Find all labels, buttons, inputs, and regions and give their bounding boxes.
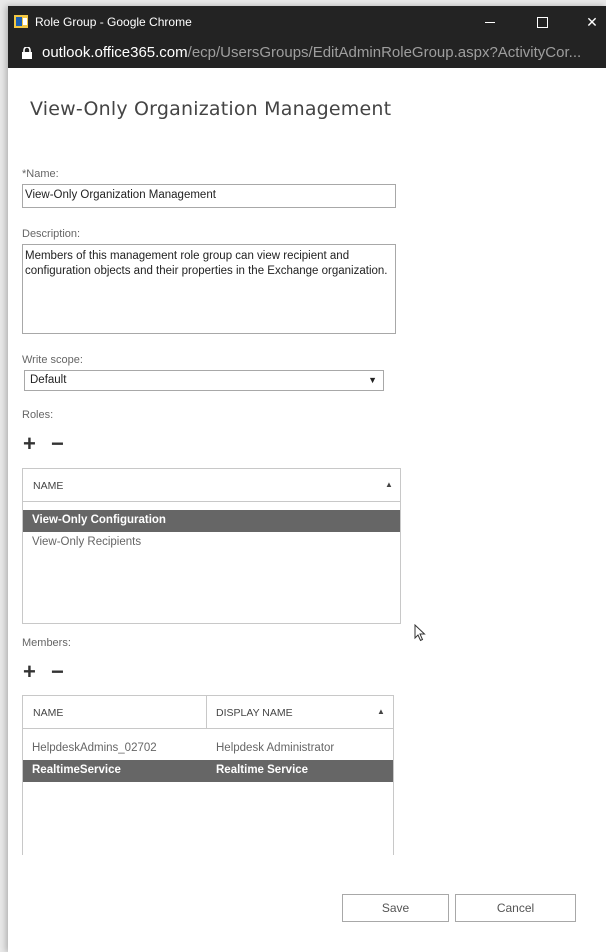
mouse-cursor-icon	[414, 624, 426, 642]
role-name-cell: View-Only Recipients	[32, 536, 142, 548]
add-role-icon[interactable]: +	[23, 433, 36, 455]
members-name-column-header[interactable]: NAME	[33, 707, 63, 719]
member-name-cell: RealtimeService	[32, 764, 121, 776]
cancel-button[interactable]: Cancel	[455, 894, 576, 922]
url-host: outlook.office365.com	[42, 44, 188, 61]
column-divider	[206, 696, 207, 729]
outlook-app-icon	[14, 15, 28, 28]
roles-grid-header[interactable]: NAME ▲	[23, 469, 400, 502]
member-display-name-cell: Helpdesk Administrator	[216, 742, 335, 754]
roles-grid: NAME ▲ View-Only Configuration View-Only…	[22, 468, 401, 624]
sort-ascending-icon[interactable]: ▲	[385, 480, 393, 489]
description-label: Description:	[22, 228, 81, 240]
write-scope-value: Default	[30, 374, 67, 386]
chevron-down-icon: ▼	[368, 375, 377, 385]
member-display-name-cell: Realtime Service	[216, 764, 309, 776]
write-scope-label: Write scope:	[22, 354, 83, 366]
roles-label: Roles:	[22, 409, 54, 421]
table-row[interactable]: RealtimeService Realtime Service	[23, 760, 393, 782]
add-member-icon[interactable]: +	[23, 661, 36, 683]
role-group-dialog: View-Only Organization Management *Name:…	[8, 68, 606, 952]
remove-member-icon[interactable]: −	[51, 661, 64, 683]
close-icon: ✕	[586, 14, 598, 30]
remove-role-icon[interactable]: −	[51, 433, 64, 455]
url-path: /ecp/UsersGroups/EditAdminRoleGroup.aspx…	[187, 44, 582, 61]
title-bar: Role Group - Google Chrome ✕	[8, 6, 606, 38]
table-row[interactable]: View-Only Recipients	[23, 532, 400, 554]
close-button[interactable]: ✕	[577, 10, 606, 34]
maximize-button[interactable]	[527, 10, 557, 34]
name-input[interactable]: View-Only Organization Management	[22, 184, 396, 208]
members-grid: NAME DISPLAY NAME ▲ HelpdeskAdmins_02702…	[22, 695, 394, 855]
lock-icon	[22, 47, 32, 59]
window-title: Role Group - Google Chrome	[35, 15, 192, 29]
member-name-cell: HelpdeskAdmins_02702	[32, 742, 157, 754]
sort-ascending-icon[interactable]: ▲	[377, 707, 385, 716]
page-title: View-Only Organization Management	[30, 98, 392, 120]
minimize-button[interactable]	[475, 10, 505, 34]
address-bar[interactable]: outlook.office365.com/ecp/UsersGroups/Ed…	[8, 38, 606, 68]
members-label: Members:	[22, 637, 71, 649]
members-grid-header[interactable]: NAME DISPLAY NAME ▲	[23, 696, 393, 729]
browser-window: Role Group - Google Chrome ✕ outlook.off…	[8, 6, 606, 952]
save-button[interactable]: Save	[342, 894, 449, 922]
table-row[interactable]: HelpdeskAdmins_02702 Helpdesk Administra…	[23, 738, 393, 760]
write-scope-select[interactable]: Default ▼	[24, 370, 384, 391]
description-textarea[interactable]: Members of this management role group ca…	[22, 244, 396, 334]
table-row[interactable]: View-Only Configuration	[23, 510, 400, 532]
role-name-cell: View-Only Configuration	[32, 514, 166, 526]
name-label: *Name:	[22, 168, 59, 180]
roles-name-column-header[interactable]: NAME	[33, 480, 63, 492]
url-text[interactable]: outlook.office365.com/ecp/UsersGroups/Ed…	[42, 44, 602, 61]
members-display-name-column-header[interactable]: DISPLAY NAME	[216, 707, 293, 719]
